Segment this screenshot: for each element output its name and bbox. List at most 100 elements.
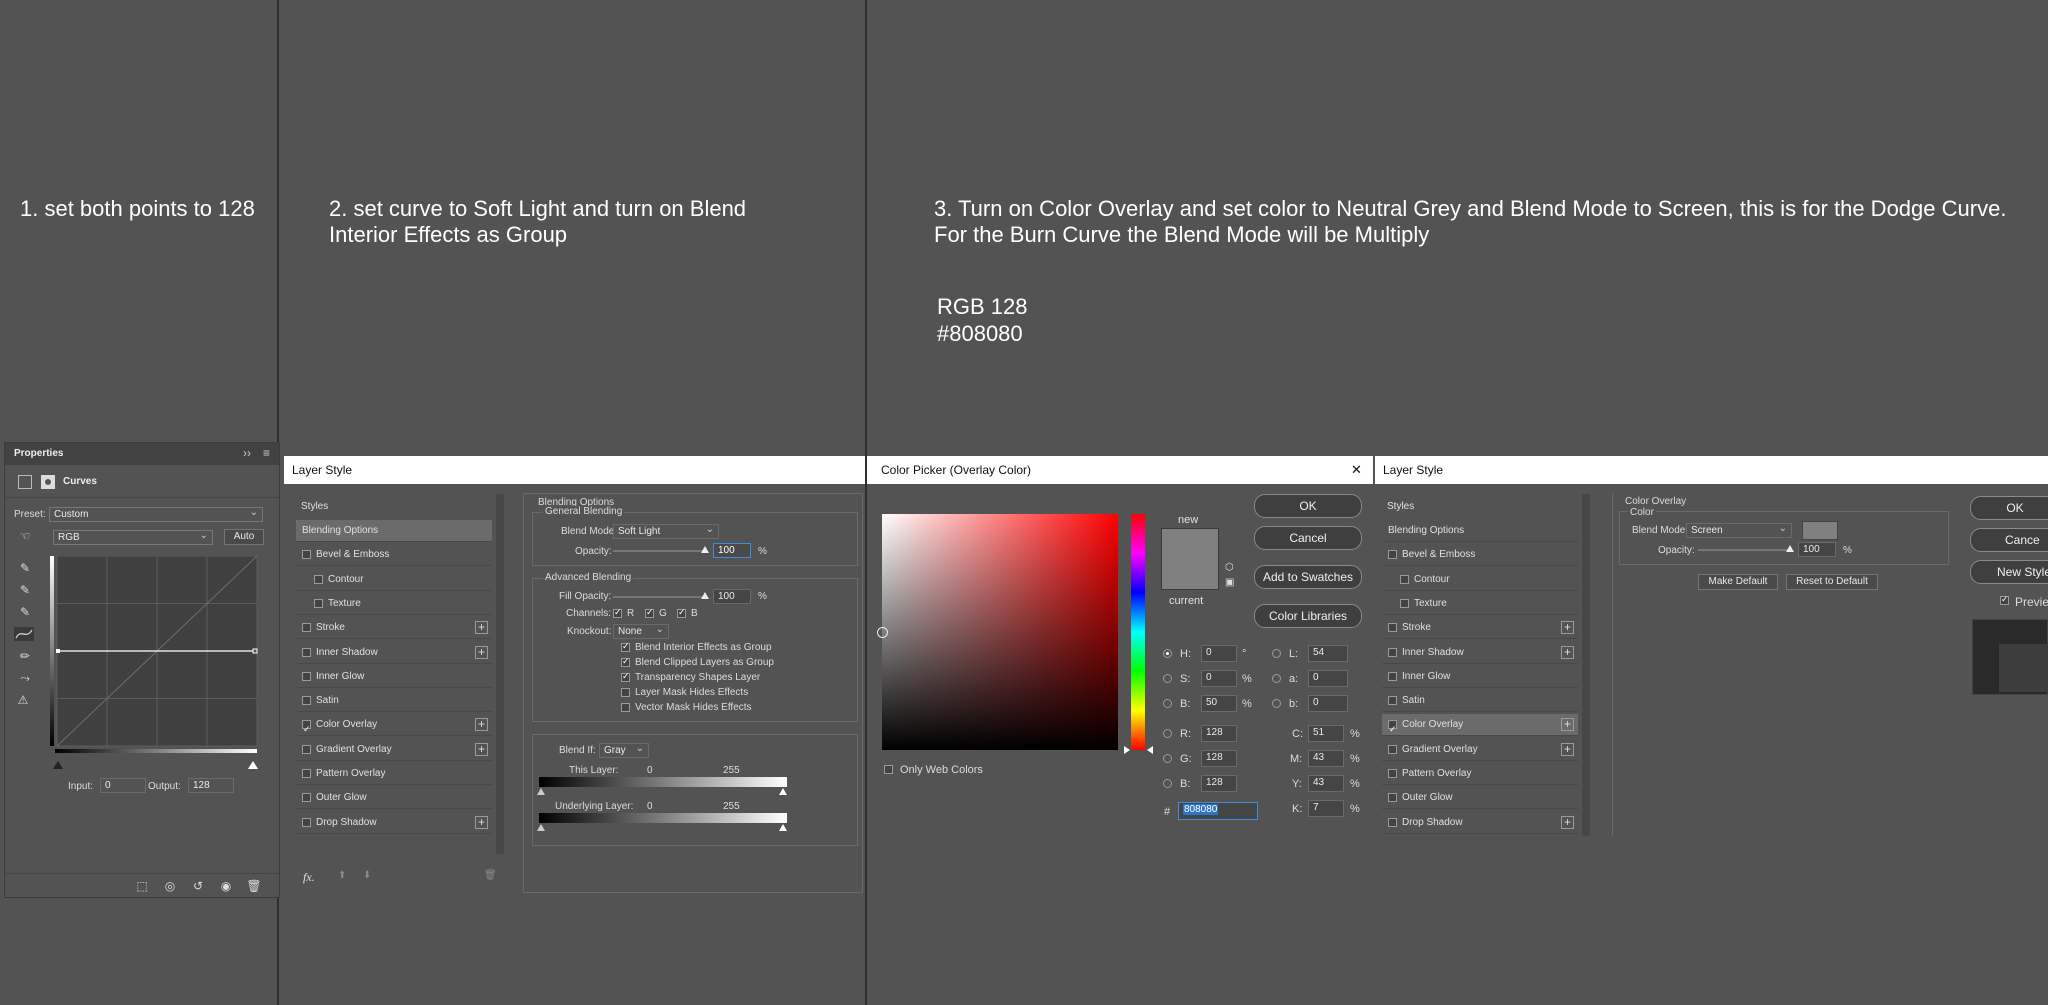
preset-select[interactable]: Custom — [49, 507, 263, 522]
style-item-blending-options[interactable]: Blending Options — [296, 520, 492, 542]
add-effect-plus-icon[interactable]: + — [1561, 742, 1574, 756]
style-item-satin[interactable]: Satin — [1382, 690, 1578, 713]
style-checkbox[interactable] — [302, 696, 311, 706]
b-radio[interactable] — [1163, 779, 1172, 788]
style-checkbox[interactable] — [302, 769, 311, 778]
out-of-gamut-icon[interactable]: ⬡ — [1225, 562, 1234, 573]
new-style-button[interactable]: New Style — [1970, 560, 2048, 584]
advanced-option-checkbox[interactable] — [621, 656, 630, 667]
make-default-button[interactable]: Make Default — [1698, 574, 1778, 590]
move-down-icon[interactable]: ⬇ — [363, 870, 371, 881]
style-item-stroke[interactable]: Stroke + — [296, 617, 492, 640]
white-slider-handle[interactable] — [248, 761, 258, 769]
output-field[interactable]: 128 — [188, 778, 234, 793]
style-checkbox[interactable] — [302, 550, 311, 560]
style-item-drop-shadow[interactable]: Drop Shadow + — [296, 812, 492, 834]
style-item-outer-glow[interactable]: Outer Glow — [1382, 787, 1578, 810]
b-field[interactable]: 128 — [1201, 775, 1237, 792]
collapse-icon[interactable]: ›› — [243, 446, 251, 460]
curves-graph[interactable] — [50, 555, 260, 756]
only-web-colors-checkbox[interactable] — [884, 765, 893, 774]
brightness-radio[interactable] — [1163, 699, 1172, 708]
underlying-layer-gradient[interactable] — [539, 813, 787, 823]
advanced-option-checkbox[interactable] — [621, 688, 630, 697]
black-point-eyedropper-icon[interactable]: ✎ — [17, 561, 33, 575]
style-checkbox[interactable] — [1388, 769, 1397, 778]
style-item-inner-shadow[interactable]: Inner Shadow + — [296, 642, 492, 664]
style-item-contour[interactable]: Contour — [296, 569, 492, 591]
overlay-blend-mode-select[interactable]: Screen — [1686, 523, 1792, 538]
m-field[interactable]: 43 — [1308, 750, 1344, 767]
curve-tool-icon[interactable] — [14, 627, 34, 641]
style-item-contour[interactable]: Contour — [1382, 569, 1578, 591]
add-effect-plus-icon[interactable]: + — [1561, 621, 1574, 635]
input-field[interactable]: 0 — [100, 778, 146, 793]
style-item-color-overlay[interactable]: Color Overlay + — [296, 714, 492, 740]
opacity-slider-handle[interactable] — [701, 546, 709, 553]
reset-to-default-button[interactable]: Reset to Default — [1786, 574, 1878, 590]
fill-opacity-slider-handle[interactable] — [701, 592, 709, 599]
styles-header[interactable]: Styles — [301, 501, 328, 512]
l-radio[interactable] — [1272, 649, 1281, 658]
smooth-icon[interactable]: ⤳ — [17, 671, 33, 685]
s-field[interactable]: 0 — [1201, 670, 1237, 687]
style-checkbox[interactable] — [1400, 598, 1409, 608]
g-radio[interactable] — [1163, 754, 1172, 763]
hue-handle-left[interactable] — [1124, 746, 1130, 754]
s-radio[interactable] — [1163, 674, 1172, 683]
style-item-gradient-overlay[interactable]: Gradient Overlay + — [296, 739, 492, 761]
visibility-eye-icon[interactable]: ◉ — [218, 879, 234, 893]
lab-b-field[interactable]: 0 — [1308, 695, 1348, 712]
style-item-outer-glow[interactable]: Outer Glow — [296, 787, 492, 810]
style-item-gradient-overlay[interactable]: Gradient Overlay + — [1382, 739, 1578, 761]
h-radio[interactable] — [1163, 649, 1172, 658]
g-field[interactable]: 128 — [1201, 750, 1237, 767]
style-checkbox[interactable] — [1388, 647, 1397, 657]
h-field[interactable]: 0 — [1201, 645, 1237, 662]
auto-button[interactable]: Auto — [224, 529, 264, 545]
blend-mode-select[interactable]: Soft Light — [613, 524, 719, 539]
delete-trash-icon[interactable]: 🗑 — [246, 879, 262, 893]
add-effect-plus-icon[interactable]: + — [1561, 645, 1574, 659]
y-field[interactable]: 43 — [1308, 775, 1344, 792]
style-item-inner-shadow[interactable]: Inner Shadow + — [1382, 642, 1578, 664]
hex-field[interactable]: 808080 — [1178, 802, 1258, 820]
advanced-option-checkbox[interactable] — [621, 703, 630, 712]
style-checkbox[interactable] — [302, 793, 311, 803]
fill-opacity-slider-track[interactable] — [613, 596, 705, 598]
add-effect-plus-icon[interactable]: + — [1561, 815, 1574, 829]
add-effect-plus-icon[interactable]: + — [475, 718, 488, 732]
mask-icon[interactable] — [41, 475, 55, 489]
this-layer-black-handle[interactable] — [537, 788, 545, 795]
style-item-texture[interactable]: Texture — [296, 593, 492, 615]
overlay-opacity-slider-track[interactable] — [1698, 549, 1790, 551]
cancel-button-2[interactable]: Cance — [1970, 528, 2048, 552]
opacity-slider-track[interactable] — [613, 550, 705, 552]
ok-button-2[interactable]: OK — [1970, 496, 2048, 520]
add-effect-plus-icon[interactable]: + — [475, 815, 488, 829]
gray-point-eyedropper-icon[interactable]: ✎ — [17, 583, 33, 597]
channel-g-checkbox[interactable] — [645, 607, 654, 618]
add-effect-plus-icon[interactable]: + — [475, 621, 488, 635]
clip-to-layer-icon[interactable]: ⬚ — [134, 879, 150, 893]
preview-checkbox[interactable] — [2000, 594, 2009, 605]
properties-tab[interactable]: Properties — [14, 448, 63, 459]
style-checkbox[interactable] — [1388, 793, 1397, 803]
underlying-white-handle[interactable] — [779, 824, 787, 831]
style-checkbox[interactable] — [1388, 671, 1397, 681]
knockout-select[interactable]: None — [613, 624, 669, 639]
fx-icon[interactable]: fx. — [303, 870, 315, 885]
a-field[interactable]: 0 — [1308, 670, 1348, 687]
style-item-color-overlay[interactable]: Color Overlay + — [1382, 714, 1578, 740]
style-checkbox[interactable] — [1388, 550, 1397, 560]
style-checkbox[interactable] — [1388, 817, 1397, 827]
panel-menu-icon[interactable]: ≡ — [263, 446, 270, 460]
cancel-button[interactable]: Cancel — [1254, 526, 1362, 550]
style-checkbox[interactable] — [302, 744, 311, 754]
blend-if-select[interactable]: Gray — [599, 743, 649, 758]
opacity-field[interactable]: 100 — [713, 543, 751, 558]
overlay-color-swatch[interactable] — [1802, 521, 1838, 540]
fill-opacity-field[interactable]: 100 — [713, 589, 751, 604]
white-point-eyedropper-icon[interactable]: ✎ — [17, 605, 33, 619]
style-checkbox[interactable] — [1388, 696, 1397, 706]
